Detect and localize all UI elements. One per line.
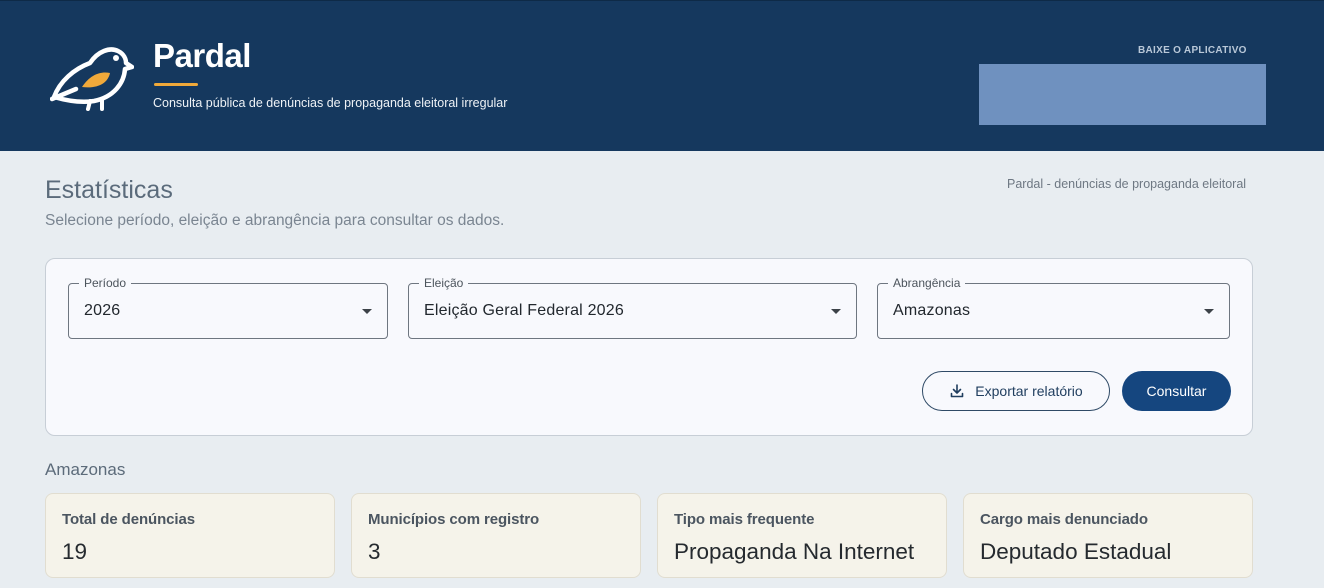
page-title: Estatísticas [45, 176, 173, 204]
section-title: Amazonas [45, 460, 126, 479]
stat-value: Propaganda Na Internet [674, 539, 915, 564]
sparrow-logo-icon[interactable] [50, 41, 134, 111]
export-report-button[interactable]: Exportar relatório [922, 371, 1110, 411]
app-store-badges[interactable] [979, 64, 1266, 125]
eleicao-value: Eleição Geral Federal 2026 [424, 302, 624, 319]
app-header: Pardal Consulta pública de denúncias de … [0, 0, 1324, 151]
abrangencia-select[interactable]: Abrangência Amazonas [877, 276, 1230, 339]
stat-label: Municípios com registro [368, 511, 540, 528]
download-icon [950, 384, 964, 398]
breadcrumb[interactable]: Pardal - denúncias de propaganda eleitor… [1007, 177, 1246, 191]
filters-card: Período 2026 Eleição Eleição Geral Feder… [45, 258, 1253, 436]
chevron-down-icon [362, 309, 372, 314]
export-report-label: Exportar relatório [975, 383, 1083, 399]
stat-value: 19 [62, 539, 88, 564]
stat-label: Cargo mais denunciado [980, 511, 1148, 528]
periodo-value: 2026 [84, 302, 121, 319]
brand-subtitle: Consulta pública de denúncias de propaga… [153, 96, 508, 110]
brand-title: Pardal [153, 37, 251, 74]
eleicao-select[interactable]: Eleição Eleição Geral Federal 2026 [408, 276, 857, 339]
stat-value: Deputado Estadual [980, 539, 1172, 564]
stat-card-tipo: Tipo mais frequente Propaganda Na Intern… [657, 493, 947, 578]
stat-label: Tipo mais frequente [674, 511, 815, 528]
chevron-down-icon [831, 309, 841, 314]
stat-card-municipios: Municípios com registro 3 [351, 493, 641, 578]
abrangencia-label: Abrangência [888, 276, 966, 290]
eleicao-label: Eleição [419, 276, 469, 290]
periodo-label: Período [79, 276, 132, 290]
stat-card-total: Total de denúncias 19 [45, 493, 335, 578]
abrangencia-value: Amazonas [893, 302, 971, 319]
brand-underline [154, 83, 198, 86]
stat-label: Total de denúncias [62, 511, 195, 528]
stat-value: 3 [368, 539, 381, 564]
download-app-label: BAIXE O APLICATIVO [1138, 45, 1247, 56]
page-subtitle: Selecione período, eleição e abrangência… [45, 212, 505, 229]
chevron-down-icon [1204, 309, 1214, 314]
consult-button[interactable]: Consultar [1122, 371, 1231, 411]
periodo-select[interactable]: Período 2026 [68, 276, 388, 339]
stat-card-cargo: Cargo mais denunciado Deputado Estadual [963, 493, 1253, 578]
